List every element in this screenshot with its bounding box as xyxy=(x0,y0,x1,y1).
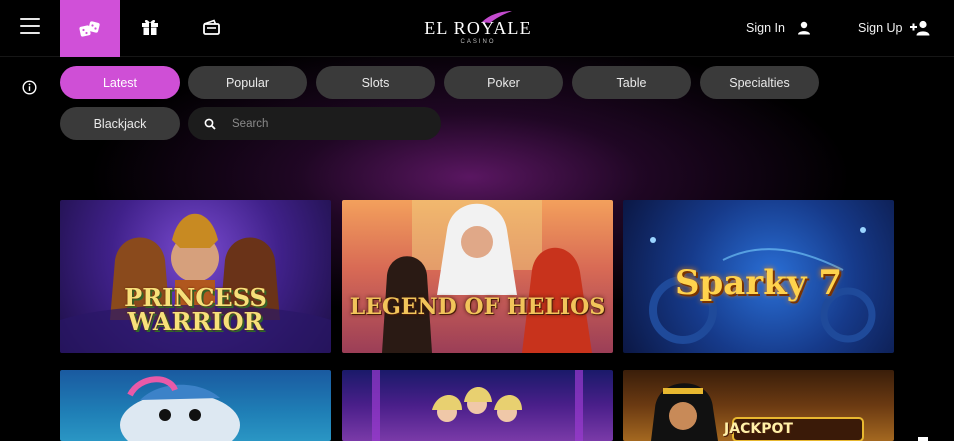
game-title: Sparky 7 xyxy=(674,263,843,303)
filter-popular[interactable]: Popular xyxy=(188,66,307,99)
filter-slots[interactable]: Slots xyxy=(316,66,435,99)
user-icon xyxy=(797,21,810,35)
game-title: LEGEND OF HELIOS xyxy=(349,294,606,320)
logo-subtext: CASINO xyxy=(460,39,496,45)
logo-swoosh-icon xyxy=(482,11,512,23)
cashier-tab[interactable] xyxy=(198,14,224,40)
game-tile-legend-of-helios[interactable]: LEGEND OF HELIOS xyxy=(342,200,613,353)
filter-poker[interactable]: Poker xyxy=(444,66,563,99)
scroll-indicator[interactable] xyxy=(918,437,928,441)
sign-up-button[interactable]: Sign Up xyxy=(858,17,930,39)
filter-table[interactable]: Table xyxy=(572,66,691,99)
game-tile-mermaids[interactable] xyxy=(342,370,613,441)
sign-up-label: Sign Up xyxy=(858,21,903,35)
game-artwork xyxy=(120,376,240,441)
sign-in-label: Sign In xyxy=(746,21,785,35)
search-input[interactable] xyxy=(232,117,412,130)
game-artwork xyxy=(372,370,583,441)
filter-blackjack[interactable]: Blackjack xyxy=(60,107,180,140)
wallet-icon xyxy=(203,19,220,35)
search-icon xyxy=(204,118,216,130)
promotions-tab[interactable] xyxy=(137,14,163,40)
game-title: PRINCESS WARRIOR xyxy=(124,283,267,336)
game-title: JACKPOT xyxy=(724,421,793,437)
game-search-box xyxy=(188,107,441,140)
casino-logo[interactable]: EL ROYALE CASINO xyxy=(420,10,536,48)
user-plus-icon xyxy=(910,20,930,36)
dice-icon xyxy=(79,20,100,37)
sign-in-button[interactable]: Sign In xyxy=(746,18,811,38)
game-tile-cleopatra-jackpot[interactable]: JACKPOT xyxy=(623,370,894,441)
games-tab[interactable] xyxy=(60,0,120,57)
game-tile-princess-warrior[interactable]: PRINCESS WARRIOR xyxy=(60,200,331,353)
game-tile-sparky-7[interactable]: Sparky 7 xyxy=(623,200,894,353)
top-navigation-bar: EL ROYALE CASINO Sign In Sign Up xyxy=(0,0,954,57)
filter-specialties[interactable]: Specialties xyxy=(700,66,819,99)
filter-latest[interactable]: Latest xyxy=(60,66,180,99)
game-tile-shark[interactable] xyxy=(60,370,331,441)
info-icon[interactable] xyxy=(22,80,37,95)
logo-text: EL ROYALE xyxy=(424,18,532,38)
hamburger-menu-icon[interactable] xyxy=(20,18,40,36)
game-artwork xyxy=(382,200,592,353)
games-lobby: Latest Popular Slots Poker Table Special… xyxy=(0,57,954,441)
gift-icon xyxy=(142,19,158,35)
